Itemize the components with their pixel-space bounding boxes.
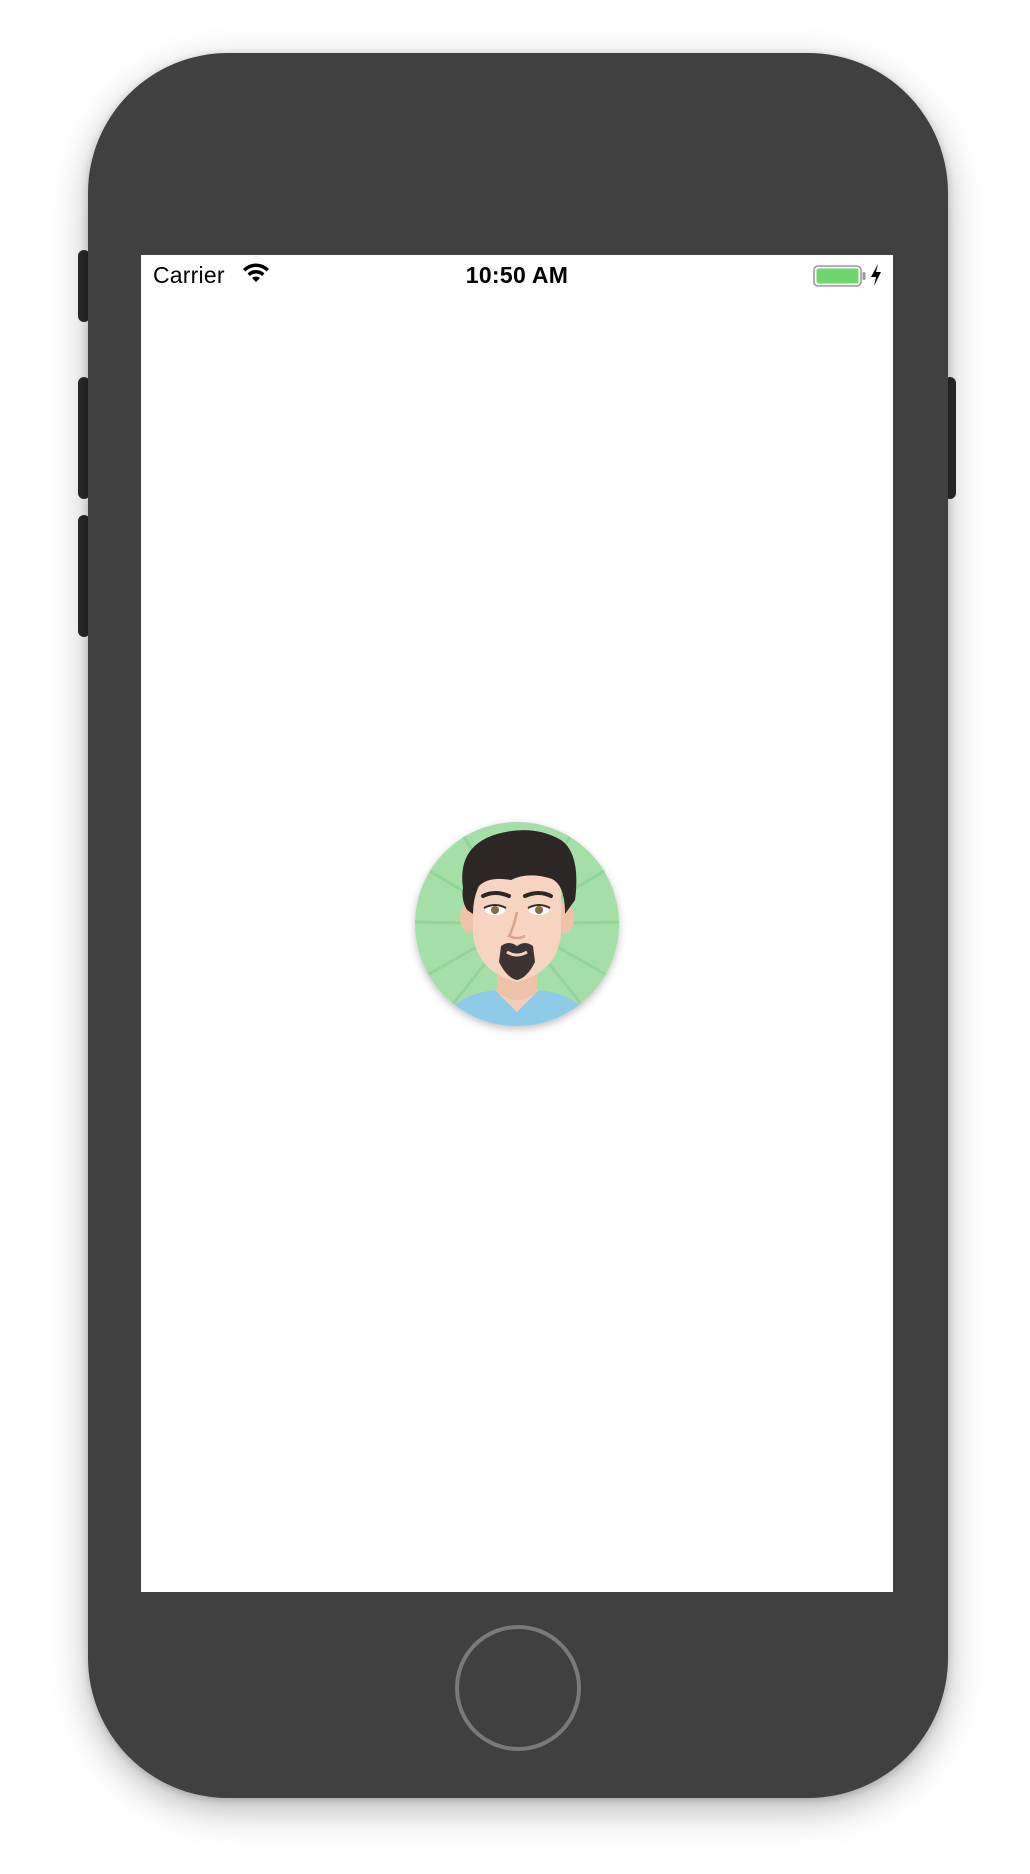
status-bar: Carrier 10:50 AM <box>141 255 893 295</box>
simulator-stage: Carrier 10:50 AM <box>0 0 1030 1874</box>
phone-screen: Carrier 10:50 AM <box>141 255 893 1592</box>
battery-icon <box>813 265 866 287</box>
home-button-ring-icon[interactable] <box>455 1625 581 1751</box>
charging-bolt-icon <box>871 264 881 286</box>
status-time: 10:50 AM <box>465 262 569 288</box>
avatar[interactable] <box>415 822 619 1026</box>
avatar-profile-picture-icon <box>415 822 619 1026</box>
